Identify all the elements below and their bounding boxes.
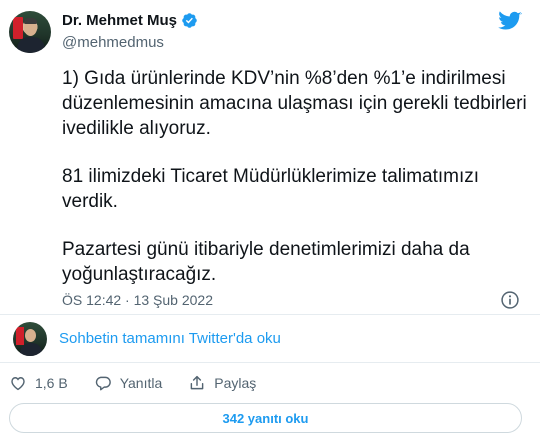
reply-button[interactable]: Yanıtla	[94, 374, 163, 392]
tweet-paragraph: 1) Gıda ürünlerinde KDV’nin %8’den %1’e …	[62, 68, 527, 139]
like-button[interactable]: 1,6 B	[9, 374, 68, 392]
reply-icon	[95, 376, 111, 391]
author-display-name[interactable]: Dr. Mehmet Muş	[62, 12, 177, 29]
read-replies-button[interactable]: 342 yanıtı oku	[9, 403, 522, 433]
divider	[0, 314, 540, 315]
author-handle[interactable]: @mehmedmus	[62, 34, 164, 51]
tweet-embed-card: Dr. Mehmet Muş @mehmedmus 1) Gıda ürünle…	[0, 0, 540, 447]
tweet-paragraph: 81 ilimizdeki Ticaret Müdürlüklerimize t…	[62, 166, 480, 212]
share-button[interactable]: Paylaş	[188, 374, 256, 392]
read-full-conversation-link[interactable]: Sohbetin tamamını Twitter'da oku	[59, 330, 281, 347]
twitter-bird-icon[interactable]	[496, 9, 524, 33]
reply-label: Yanıtla	[119, 375, 163, 391]
tweet-actions: 1,6 B Yanıtla Paylaş	[9, 372, 282, 394]
thread-author-avatar[interactable]	[13, 322, 47, 356]
verified-badge-icon	[182, 13, 197, 28]
author-name-row[interactable]: Dr. Mehmet Muş	[62, 12, 198, 29]
share-label: Paylaş	[214, 375, 257, 391]
info-icon[interactable]	[500, 290, 520, 310]
tweet-timestamp[interactable]: ÖS 12:42 · 13 Şub 2022	[62, 292, 213, 308]
tweet-paragraph: Pazartesi günü itibariyle denetimlerimiz…	[62, 239, 470, 285]
author-avatar[interactable]	[9, 11, 51, 53]
divider	[0, 362, 540, 363]
share-icon	[190, 375, 204, 390]
tweet-text: 1) Gıda ürünlerinde KDV’nin %8’den %1’e …	[62, 66, 527, 287]
like-count: 1,6 B	[35, 375, 68, 391]
heart-icon	[11, 377, 25, 391]
